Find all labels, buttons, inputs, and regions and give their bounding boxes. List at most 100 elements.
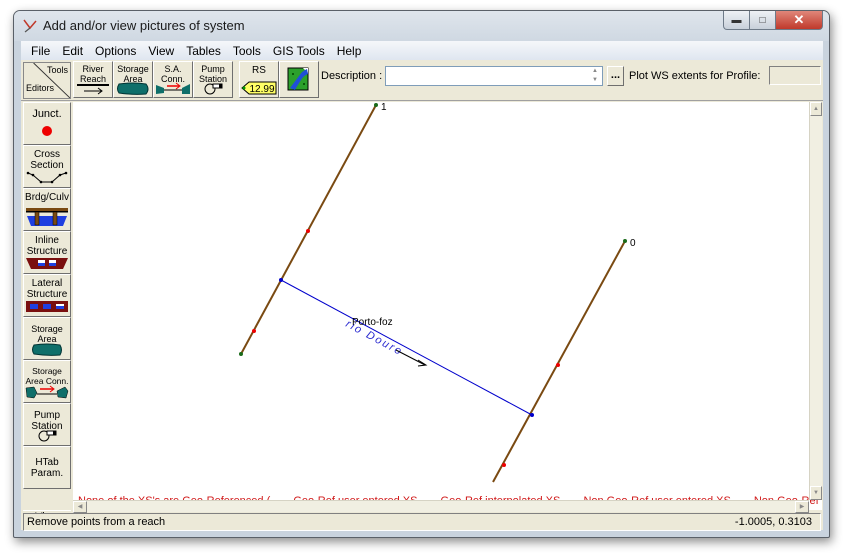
lateral-structure-label-2: Structure	[26, 289, 68, 300]
storage-area-button[interactable]: Storage Area	[113, 61, 153, 98]
lateral-structure-editor-button[interactable]: Lateral Structure	[23, 274, 71, 317]
menu-tables[interactable]: Tables	[180, 44, 227, 58]
maximize-icon: □	[759, 14, 766, 26]
xs0-bank-station-left[interactable]	[556, 363, 560, 367]
schematic-map[interactable]: 1 0 rio Douro Porto-foz	[73, 102, 822, 510]
xs0-endpoint-top[interactable]	[623, 239, 627, 243]
vertical-scrollbar[interactable]: ▲ ▼	[809, 102, 822, 500]
inline-structure-icon	[26, 258, 68, 269]
rs-label: RS	[252, 65, 266, 76]
editors-panel: Junct. Cross Section Brdg/Culv Inline Stru…	[23, 102, 71, 510]
sa-conn-label-1: S.A.	[164, 64, 182, 74]
scroll-right-icon: ▶	[799, 504, 805, 510]
inline-structure-label-1: Inline	[35, 235, 59, 246]
scroll-left-button[interactable]: ◀	[73, 501, 87, 513]
description-input[interactable]	[385, 66, 603, 86]
scroll-down-icon: ▼	[813, 490, 819, 496]
xs0-bank-station-right[interactable]	[502, 463, 506, 467]
pump-station-button[interactable]: Pump Station	[193, 61, 233, 98]
cross-section-line-0[interactable]	[492, 240, 626, 483]
tools-editors-header: Tools Editors	[23, 62, 71, 99]
menu-tools[interactable]: Tools	[227, 44, 267, 58]
flow-arrowhead-icon	[417, 359, 428, 367]
reach-name-label: Porto-foz	[352, 317, 393, 328]
river-station-button[interactable]: RS 12.99	[239, 61, 279, 98]
reach-upstream-point[interactable]	[279, 278, 283, 282]
storage-area-conn-icon	[25, 385, 69, 399]
pump-label-1: Pump	[201, 64, 225, 74]
storage-area-editor-button[interactable]: Storage Area	[23, 317, 71, 360]
status-bar: Remove points from a reach -1.0005, 0.31…	[23, 513, 821, 531]
sa-connection-button[interactable]: S.A. Conn.	[153, 61, 193, 98]
menu-file[interactable]: File	[25, 44, 56, 58]
client-area: File Edit Options View Tables Tools GIS …	[21, 41, 823, 531]
scroll-up-button[interactable]: ▲	[810, 102, 822, 116]
reach-downstream-point[interactable]	[530, 413, 534, 417]
river-reach-icon	[77, 84, 109, 95]
cross-section-label-1: Cross	[33, 149, 61, 160]
river-station-tag-icon: 12.99	[241, 81, 277, 95]
bridge-culvert-label: Brdg/Culv	[25, 192, 69, 203]
storage-area-icon	[32, 343, 62, 356]
htab-param-editor-button[interactable]: HTab Param.	[23, 446, 71, 489]
maximize-button[interactable]: □	[750, 11, 776, 30]
river-reach-line[interactable]	[280, 279, 533, 416]
xs1-bank-station-left[interactable]	[306, 229, 310, 233]
cross-section-icon	[26, 171, 68, 184]
sa-conn-editor-label-1: Storage	[32, 366, 62, 376]
scroll-right-button[interactable]: ▶	[795, 501, 809, 513]
junction-editor-button[interactable]: Junct.	[23, 102, 71, 145]
storage-area-editor-label-1: Storage	[31, 324, 63, 334]
close-icon: ✕	[793, 12, 805, 27]
menu-bar: File Edit Options View Tables Tools GIS …	[21, 41, 823, 60]
description-label: Description :	[321, 70, 383, 82]
xs1-bank-station-right[interactable]	[252, 329, 256, 333]
river-reach-label-1: River	[82, 64, 104, 74]
pump-editor-label-1: Pump	[33, 410, 61, 421]
pump-station-editor-button[interactable]: Pump Station	[23, 403, 71, 446]
hec-ras-app-icon	[23, 19, 37, 33]
ws-extents-profile-select[interactable]	[769, 66, 821, 85]
storage-area-conn-editor-button[interactable]: Storage Area Conn.	[23, 360, 71, 403]
htab-label-2: Param.	[30, 468, 64, 479]
cross-section-editor-button[interactable]: Cross Section	[23, 145, 71, 188]
menu-help[interactable]: Help	[331, 44, 368, 58]
title-bar: Add and/or view pictures of system ▬ □ ✕	[14, 11, 829, 41]
xs1-endpoint-top[interactable]	[374, 103, 378, 107]
menu-gis-tools[interactable]: GIS Tools	[267, 44, 331, 58]
htab-label-1: HTab	[35, 457, 59, 468]
spin-up-icon: ▲	[592, 68, 598, 74]
ws-extents-label: Plot WS extents for Profile:	[629, 70, 761, 82]
inline-structure-label-2: Structure	[26, 246, 68, 257]
menu-edit[interactable]: Edit	[56, 44, 89, 58]
storage-area-icon	[117, 82, 149, 95]
status-message: Remove points from a reach	[27, 516, 166, 528]
cross-section-label-2: Section	[30, 160, 64, 171]
xs1-label: 1	[381, 102, 387, 113]
junction-label: Junct.	[32, 108, 62, 120]
horizontal-scrollbar[interactable]: ◀ ▶	[73, 500, 809, 513]
river-reach-button[interactable]: River Reach	[73, 61, 113, 98]
storage-area-label-1: Storage	[117, 64, 149, 74]
close-button[interactable]: ✕	[776, 11, 823, 30]
schematic-canvas[interactable]: 1 0 rio Douro Porto-foz None of the XS's…	[73, 102, 822, 510]
scroll-down-button[interactable]: ▼	[810, 486, 822, 500]
bridge-culvert-editor-button[interactable]: Brdg/Culv	[23, 188, 71, 231]
background-map-button[interactable]	[279, 61, 319, 98]
description-browse-button[interactable]: ...	[607, 66, 624, 86]
cursor-coordinates: -1.0005, 0.3103	[734, 516, 812, 528]
spin-down-icon: ▼	[592, 77, 598, 83]
xs1-endpoint-bottom[interactable]	[239, 352, 243, 356]
sa-connection-icon	[156, 82, 190, 94]
description-spinner[interactable]: ▲ ▼	[588, 67, 602, 85]
scroll-up-icon: ▲	[813, 106, 819, 112]
window-title: Add and/or view pictures of system	[43, 18, 245, 33]
lateral-structure-icon	[26, 301, 68, 312]
tools-label: Tools	[46, 65, 68, 75]
pump-station-icon	[204, 83, 223, 95]
flow-direction-arrow	[395, 349, 426, 366]
menu-view[interactable]: View	[142, 44, 180, 58]
minimize-button[interactable]: ▬	[723, 11, 750, 30]
menu-options[interactable]: Options	[89, 44, 142, 58]
inline-structure-editor-button[interactable]: Inline Structure	[23, 231, 71, 274]
